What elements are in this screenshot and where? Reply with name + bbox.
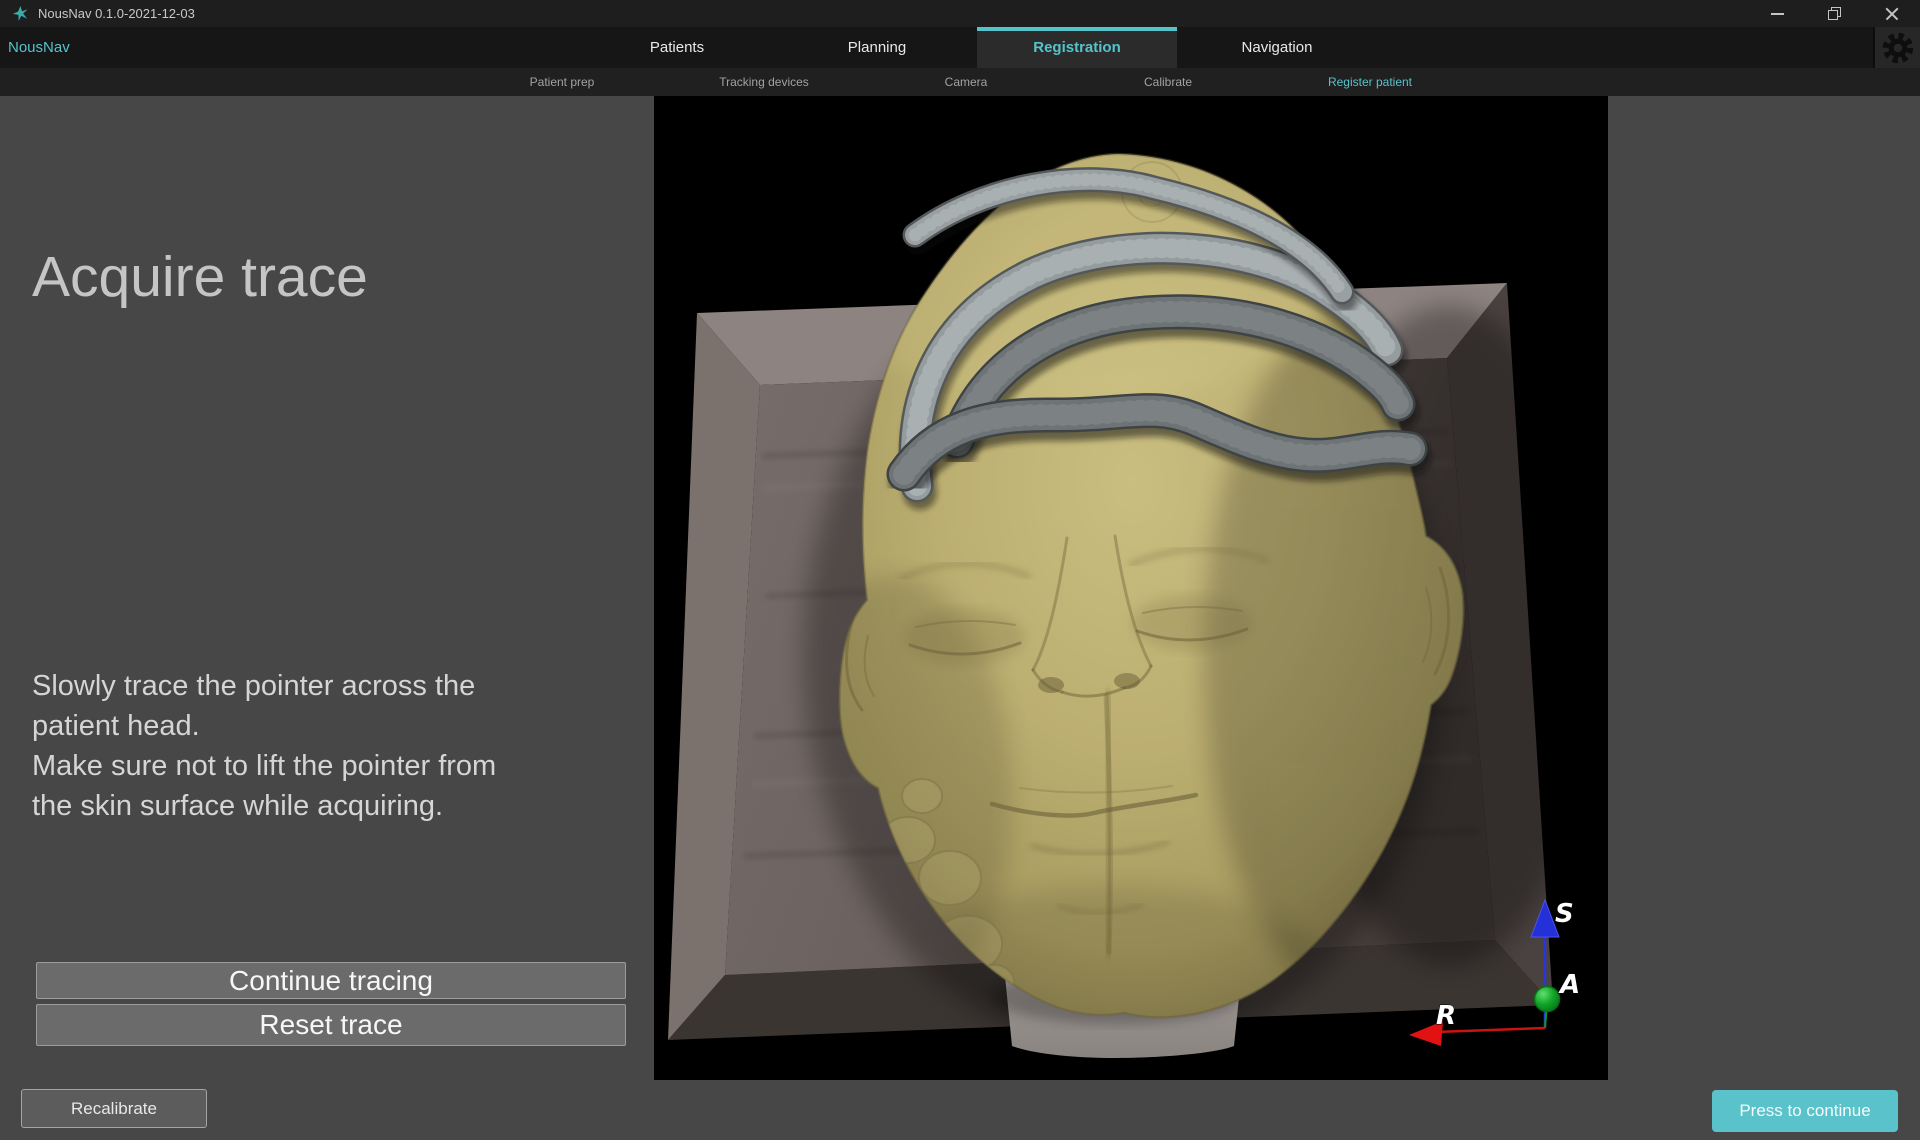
recalibrate-button[interactable]: Recalibrate (21, 1089, 207, 1128)
close-icon[interactable] (1863, 0, 1920, 27)
press-to-continue-button[interactable]: Press to continue (1712, 1090, 1898, 1132)
gear-icon (1881, 31, 1915, 65)
tab-registration[interactable]: Registration (977, 27, 1177, 68)
continue-tracing-button[interactable]: Continue tracing (36, 962, 626, 999)
main-tabs: Patients Planning Registration Navigatio… (577, 27, 1377, 68)
step-tracking-devices[interactable]: Tracking devices (663, 68, 865, 96)
step-patient-prep[interactable]: Patient prep (461, 68, 663, 96)
instructions-text: Slowly trace the pointer across the pati… (32, 666, 622, 826)
tab-patients[interactable]: Patients (577, 27, 777, 68)
tab-planning[interactable]: Planning (777, 27, 977, 68)
axis-label-right: R (1436, 1001, 1456, 1031)
minimize-icon[interactable] (1749, 0, 1806, 27)
axis-label-superior: S (1555, 899, 1574, 929)
page-title: Acquire trace (32, 244, 368, 310)
axis-label-anterior: A (1558, 970, 1580, 1000)
anterior-axis-sphere (1535, 987, 1560, 1012)
3d-scene: S A R (654, 96, 1608, 1080)
nousnav-star-icon (12, 5, 29, 22)
settings-button[interactable] (1873, 27, 1920, 68)
step-register-patient[interactable]: Register patient (1269, 68, 1471, 96)
titlebar: NousNav 0.1.0-2021-12-03 (0, 0, 1920, 27)
tab-navigation[interactable]: Navigation (1177, 27, 1377, 68)
step-calibrate[interactable]: Calibrate (1067, 68, 1269, 96)
brand-label: NousNav (8, 27, 70, 68)
step-camera[interactable]: Camera (865, 68, 1067, 96)
main-navbar: NousNav Patients Planning Registration N… (0, 27, 1920, 68)
window-title: NousNav 0.1.0-2021-12-03 (38, 6, 195, 21)
restore-icon[interactable] (1806, 0, 1863, 27)
registration-steps: Patient prep Tracking devices Camera Cal… (0, 68, 1920, 96)
reset-trace-button[interactable]: Reset trace (36, 1004, 626, 1046)
3d-view[interactable]: S A R (654, 96, 1608, 1080)
